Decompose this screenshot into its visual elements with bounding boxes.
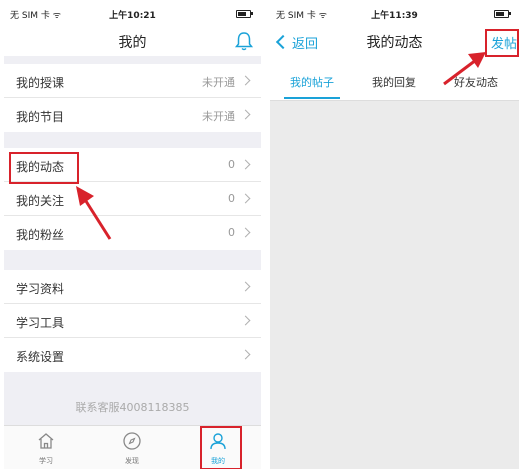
tab-label: 学习 bbox=[39, 457, 53, 465]
tab-friend-activity[interactable]: 好友动态 bbox=[436, 74, 516, 90]
battery-icon bbox=[494, 10, 511, 18]
tools-section: 学习资料 学习工具 系统设置 bbox=[4, 270, 261, 372]
section-gap bbox=[4, 132, 261, 148]
row-label: 学习资料 bbox=[16, 282, 65, 296]
clock: 上午11:39 bbox=[371, 11, 418, 21]
highlight-my-activity bbox=[9, 152, 79, 184]
row-value: 未开通 bbox=[202, 110, 235, 123]
row-label: 系统设置 bbox=[16, 350, 65, 364]
clock: 上午10:21 bbox=[109, 11, 156, 21]
my-activity-screen: 无 SIM 卡 ᯤ 上午11:39 返回 我的动态 发帖 我的帖子 我的回复 好… bbox=[270, 0, 519, 469]
chevron-right-icon bbox=[240, 227, 251, 238]
chevron-right-icon bbox=[240, 315, 251, 326]
study-tools-row[interactable]: 学习工具 bbox=[4, 304, 261, 338]
battery-icon bbox=[236, 10, 253, 18]
service-hotline: 联系客服4008118385 bbox=[75, 401, 190, 414]
row-label: 我的关注 bbox=[16, 194, 65, 208]
section-gap bbox=[4, 250, 261, 270]
highlight-new-post bbox=[485, 29, 519, 57]
chevron-right-icon bbox=[240, 349, 251, 360]
tab-label: 发现 bbox=[125, 457, 139, 465]
page-title: 我的 bbox=[118, 35, 147, 51]
row-value: 未开通 bbox=[202, 76, 235, 89]
course-section: 我的授课 未开通 我的节目 未开通 bbox=[4, 64, 261, 132]
row-label: 我的粉丝 bbox=[16, 228, 65, 242]
chevron-right-icon bbox=[240, 281, 251, 292]
system-settings-row[interactable]: 系统设置 bbox=[4, 338, 261, 372]
activity-content-area bbox=[270, 101, 519, 469]
highlight-tab-mine bbox=[200, 426, 242, 469]
status-bar: 无 SIM 卡 ᯤ 上午10:21 bbox=[4, 0, 261, 30]
tab-study[interactable]: 学习 bbox=[16, 426, 76, 469]
tab-my-posts[interactable]: 我的帖子 bbox=[272, 74, 352, 90]
my-programs-row[interactable]: 我的节目 未开通 bbox=[4, 98, 261, 132]
my-following-row[interactable]: 我的关注 0 bbox=[4, 182, 261, 216]
active-tab-indicator bbox=[284, 97, 340, 99]
row-label: 我的授课 bbox=[16, 76, 65, 90]
row-label: 我的节目 bbox=[16, 110, 65, 124]
compass-icon bbox=[123, 432, 141, 450]
study-materials-row[interactable]: 学习资料 bbox=[4, 270, 261, 304]
chevron-right-icon bbox=[240, 109, 251, 120]
footer-area: 联系客服4008118385 bbox=[4, 372, 261, 425]
status-bar: 无 SIM 卡 ᯤ 上午11:39 bbox=[270, 0, 519, 30]
chevron-right-icon bbox=[240, 75, 251, 86]
row-label: 学习工具 bbox=[16, 316, 65, 330]
tab-my-replies[interactable]: 我的回复 bbox=[354, 74, 434, 90]
chevron-right-icon bbox=[240, 159, 251, 170]
my-profile-screen: 无 SIM 卡 ᯤ 上午10:21 我的 我的授课 未开通 我的节目 未开通 我… bbox=[4, 0, 261, 469]
row-value: 0 bbox=[228, 226, 235, 239]
tab-discover[interactable]: 发现 bbox=[102, 426, 162, 469]
bell-icon[interactable] bbox=[233, 30, 255, 52]
section-gap bbox=[4, 56, 261, 64]
my-courses-row[interactable]: 我的授课 未开通 bbox=[4, 64, 261, 98]
my-followers-row[interactable]: 我的粉丝 0 bbox=[4, 216, 261, 250]
page-title: 我的动态 bbox=[366, 35, 423, 51]
row-value: 0 bbox=[228, 192, 235, 205]
activity-tabs: 我的帖子 我的回复 好友动态 bbox=[270, 64, 519, 101]
row-value: 0 bbox=[228, 158, 235, 171]
chevron-right-icon bbox=[240, 193, 251, 204]
home-icon bbox=[38, 433, 54, 449]
